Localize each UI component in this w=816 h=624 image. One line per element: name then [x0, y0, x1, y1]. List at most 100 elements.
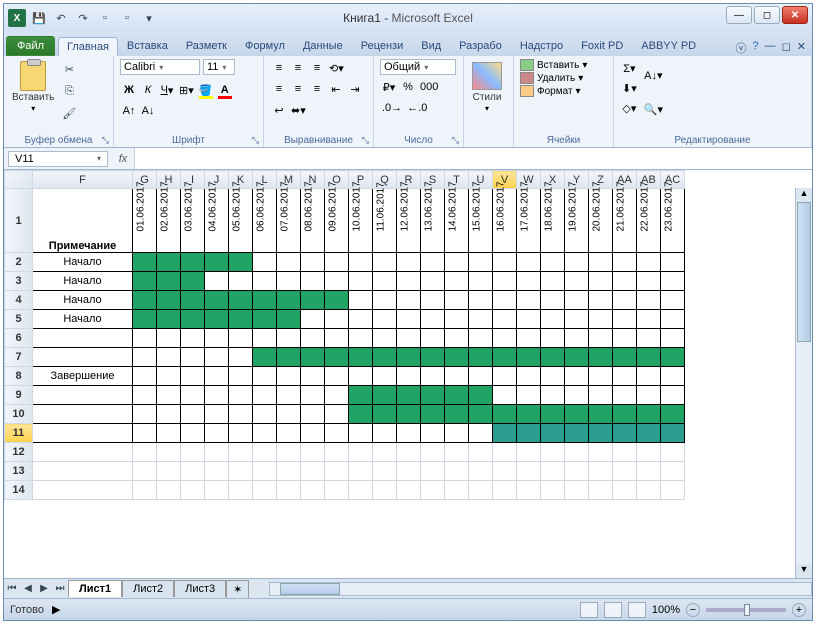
cell[interactable]: 05.06.2017	[229, 189, 253, 253]
cell[interactable]	[373, 367, 397, 386]
cell[interactable]	[445, 367, 469, 386]
cell[interactable]	[33, 481, 133, 500]
sheet-nav-last-icon[interactable]: ⏭	[52, 583, 68, 594]
undo-icon[interactable]: ↶	[52, 9, 70, 27]
view-layout-icon[interactable]	[604, 602, 622, 618]
cell[interactable]	[301, 310, 325, 329]
cell[interactable]	[541, 443, 565, 462]
wrap-text-icon[interactable]: ↩	[270, 101, 288, 119]
name-box[interactable]: V11▾	[8, 151, 108, 167]
ribbon-minimize-icon[interactable]: ⓥ	[736, 40, 747, 56]
cell[interactable]	[445, 405, 469, 424]
cell[interactable]	[493, 462, 517, 481]
cell[interactable]	[157, 462, 181, 481]
qat-more-icon[interactable]: ▾	[140, 9, 158, 27]
cell[interactable]	[661, 405, 685, 424]
cell[interactable]: 12.06.2017	[397, 189, 421, 253]
cell[interactable]	[613, 405, 637, 424]
cell[interactable]	[661, 424, 685, 443]
cell[interactable]	[349, 481, 373, 500]
cell[interactable]	[181, 272, 205, 291]
cell[interactable]	[205, 386, 229, 405]
save-icon[interactable]: 💾	[30, 9, 48, 27]
cell[interactable]	[661, 481, 685, 500]
tab-home[interactable]: Главная	[58, 37, 118, 56]
tab-data[interactable]: Данные	[294, 36, 352, 56]
font-name-combo[interactable]: Calibri▾	[120, 59, 200, 75]
cell[interactable]: 04.06.2017	[205, 189, 229, 253]
sheet-nav-prev-icon[interactable]: ◀	[20, 583, 36, 594]
indent-dec-icon[interactable]: ⇤	[327, 80, 345, 98]
fx-button[interactable]: fx	[112, 153, 134, 165]
cell[interactable]	[253, 386, 277, 405]
font-color-button[interactable]: А	[216, 81, 234, 99]
cell[interactable]	[33, 329, 133, 348]
cell[interactable]	[397, 443, 421, 462]
cell[interactable]: 22.06.2017	[637, 189, 661, 253]
cell[interactable]	[373, 443, 397, 462]
cell[interactable]	[205, 310, 229, 329]
cell[interactable]	[541, 386, 565, 405]
cell[interactable]	[493, 367, 517, 386]
cell[interactable]	[637, 443, 661, 462]
cell[interactable]	[397, 367, 421, 386]
cell[interactable]	[33, 424, 133, 443]
cell[interactable]: Примечание	[33, 189, 133, 253]
scroll-thumb[interactable]	[280, 583, 340, 595]
cell[interactable]	[181, 462, 205, 481]
cell[interactable]	[349, 310, 373, 329]
view-pagebreak-icon[interactable]	[628, 602, 646, 618]
cell[interactable]	[517, 462, 541, 481]
cell[interactable]	[565, 272, 589, 291]
cell[interactable]: 11.06.2017	[373, 189, 397, 253]
cell[interactable]	[349, 367, 373, 386]
cell[interactable]	[565, 367, 589, 386]
cell[interactable]	[469, 443, 493, 462]
tab-insert[interactable]: Вставка	[118, 36, 177, 56]
sheet-tab[interactable]: Лист3	[174, 580, 226, 597]
cell[interactable]	[421, 310, 445, 329]
cell[interactable]	[589, 405, 613, 424]
cell[interactable]	[517, 329, 541, 348]
cell[interactable]	[373, 291, 397, 310]
select-all-corner[interactable]	[5, 171, 33, 189]
cell[interactable]	[613, 348, 637, 367]
cell[interactable]	[397, 329, 421, 348]
row-header[interactable]: 10	[5, 405, 33, 424]
cell[interactable]	[301, 462, 325, 481]
cell[interactable]	[133, 272, 157, 291]
cell[interactable]	[277, 443, 301, 462]
cell[interactable]	[325, 386, 349, 405]
cell[interactable]	[661, 329, 685, 348]
cell[interactable]	[469, 462, 493, 481]
cell[interactable]	[229, 310, 253, 329]
cell[interactable]	[205, 291, 229, 310]
cell[interactable]	[517, 405, 541, 424]
cell[interactable]	[493, 481, 517, 500]
cell[interactable]	[205, 405, 229, 424]
cell[interactable]	[325, 253, 349, 272]
cell[interactable]	[661, 386, 685, 405]
cell[interactable]	[33, 462, 133, 481]
cell[interactable]	[637, 272, 661, 291]
scroll-up-icon[interactable]: ▲	[796, 188, 812, 202]
row-header[interactable]: 6	[5, 329, 33, 348]
cell[interactable]	[133, 291, 157, 310]
cell[interactable]	[613, 367, 637, 386]
cell[interactable]: 20.06.2017	[589, 189, 613, 253]
row-header[interactable]: 7	[5, 348, 33, 367]
maximize-button[interactable]: ◻	[754, 6, 780, 24]
cell[interactable]	[493, 329, 517, 348]
cell[interactable]	[613, 386, 637, 405]
row-header[interactable]: 8	[5, 367, 33, 386]
cell[interactable]	[469, 481, 493, 500]
cell[interactable]	[181, 348, 205, 367]
cell[interactable]	[637, 348, 661, 367]
cell[interactable]	[277, 424, 301, 443]
cell[interactable]	[445, 386, 469, 405]
cell[interactable]	[301, 443, 325, 462]
cell[interactable]	[301, 424, 325, 443]
cell[interactable]	[469, 405, 493, 424]
cell[interactable]	[205, 253, 229, 272]
cell[interactable]	[661, 253, 685, 272]
